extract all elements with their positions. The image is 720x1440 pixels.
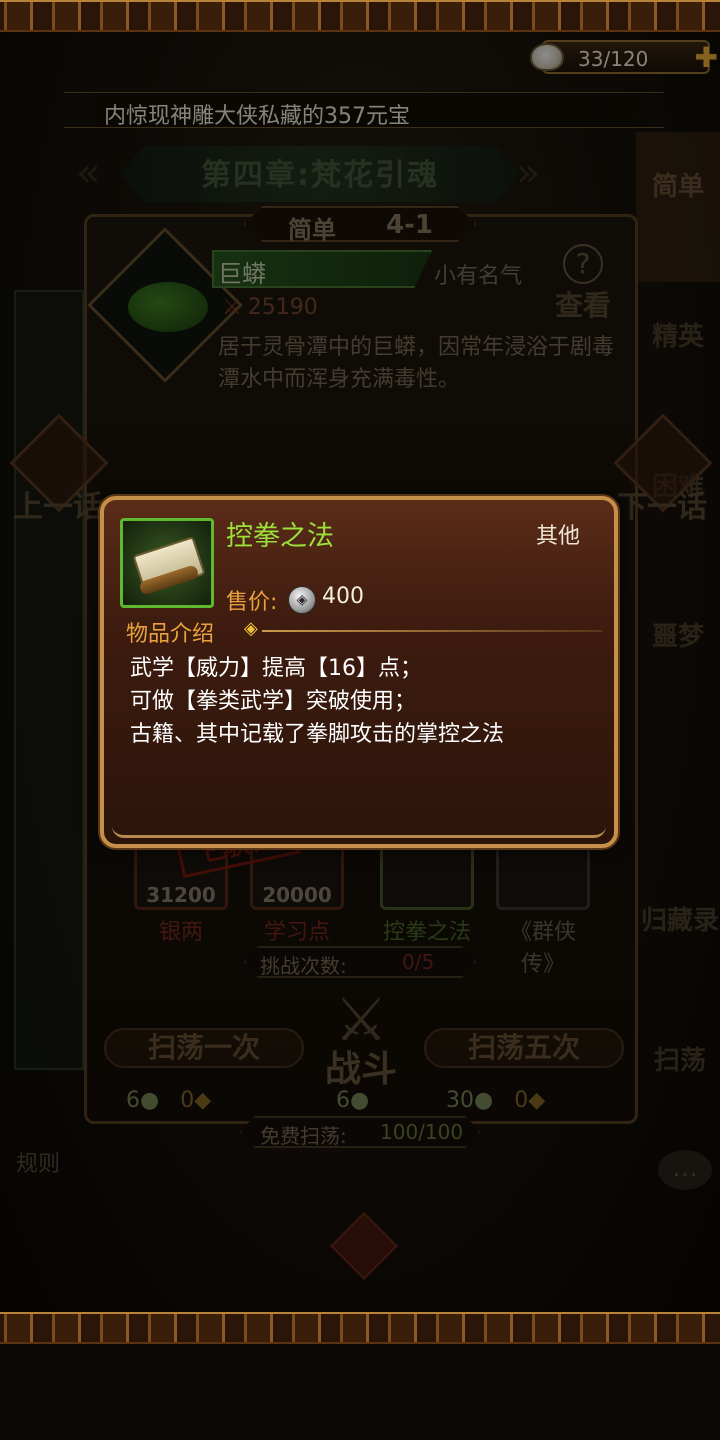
silver-coin-icon: ◈ [288,586,316,614]
header-divider [262,630,602,632]
item-type: 其他 [535,524,580,549]
description-line: 古籍、其中记载了拳脚攻击的掌控之法 [130,722,505,747]
top-ornamental-border [0,0,720,32]
description-line: 可做【拳类武学】突破使用； [130,689,417,714]
item-scroll-icon [120,518,214,608]
description-line: 武学【威力】提高【16】点； [130,656,422,681]
bottom-ornamental-border [0,1312,720,1344]
price-label: 售价: [226,590,278,615]
double-arrow-icon: ◈ [244,618,258,639]
item-name: 控拳之法 [226,521,334,552]
item-description: 武学【威力】提高【16】点； 可做【拳类武学】突破使用； 古籍、其中记载了拳脚攻… [130,652,600,751]
description-header: 物品介绍 [126,622,215,647]
item-info-popup: 控拳之法 其他 售价: ◈ 400 物品介绍 ◈ 武学【威力】提高【16】点； … [100,496,618,848]
price-value: 400 [322,584,364,609]
